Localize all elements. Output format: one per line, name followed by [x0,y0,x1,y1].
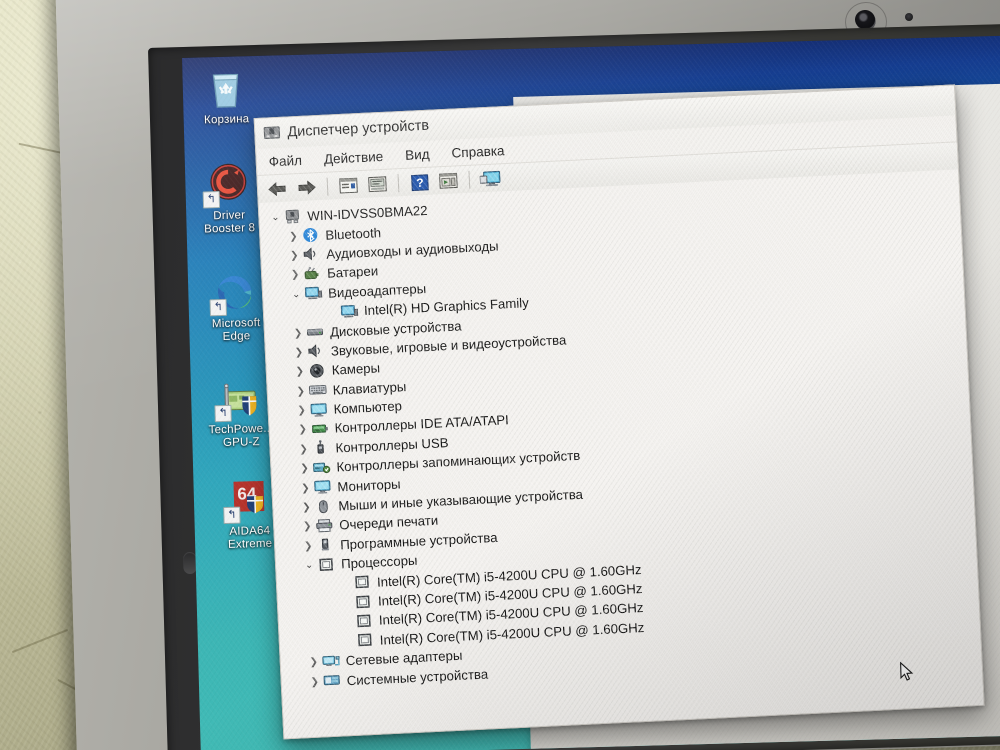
photo-scene: — □ Корзина↰DriverBooster 8↰MicrosoftEdg… [0,0,1000,750]
laptop-screen: — □ Корзина↰DriverBooster 8↰MicrosoftEdg… [182,34,1000,750]
screen-glare [182,34,1000,750]
microphone-hole-icon [905,13,913,21]
